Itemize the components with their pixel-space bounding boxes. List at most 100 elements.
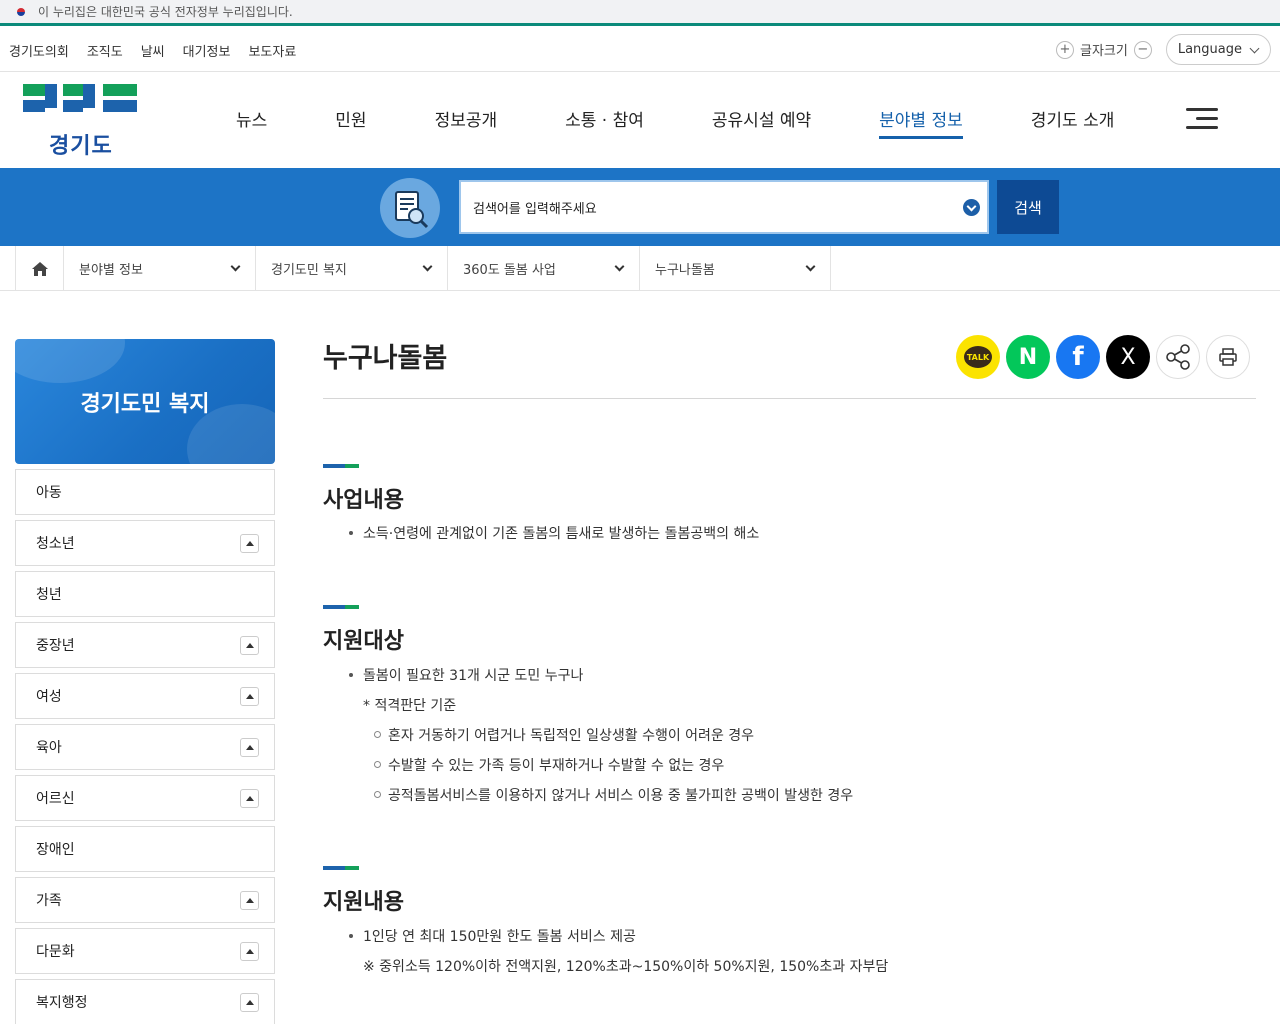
section-text: 돌봄이 필요한 31개 시군 도민 누구나	[348, 665, 583, 685]
logo-shape	[45, 84, 57, 108]
search-band: 검색어를 입력해주세요 검색	[0, 168, 1280, 246]
facebook-icon: f	[1072, 342, 1084, 372]
sidebar-item-label: 어르신	[36, 791, 75, 807]
section-eligibility: 지원대상	[323, 605, 404, 655]
logo-shape	[103, 100, 137, 112]
global-nav: 뉴스 민원 정보공개 소통 · 참여 공유시설 예약 분야별 정보 경기도 소개	[236, 106, 1182, 139]
breadcrumb-level-3[interactable]: 360도 돌봄 사업	[448, 246, 640, 291]
criteria-item: 공적돌봄서비스를 이용하지 않거나 서비스 이용 중 불가피한 공백이 발생한 …	[373, 785, 853, 805]
section-accent-bar	[323, 605, 359, 609]
breadcrumb-label: 분야별 정보	[79, 263, 143, 278]
sidebar-item-label: 청소년	[36, 536, 75, 552]
share-buttons: TALK N f X	[956, 335, 1250, 379]
expand-toggle-icon[interactable]	[240, 738, 259, 757]
util-link-council[interactable]: 경기도의회	[9, 41, 69, 60]
menu-icon[interactable]	[1186, 108, 1218, 130]
sidebar-item-women[interactable]: 여성	[15, 673, 275, 719]
breadcrumb-level-2[interactable]: 경기도민 복지	[256, 246, 448, 291]
section-accent-bar	[323, 464, 359, 468]
gov-banner-text: 이 누리집은 대한민국 공식 전자정부 누리집입니다.	[38, 5, 293, 19]
sidebar-item-disabled[interactable]: 장애인	[15, 826, 275, 872]
breadcrumb-level-1[interactable]: 분야별 정보	[64, 246, 256, 291]
sidebar-menu: 아동 청소년 청년 중장년 여성 육아 어르신 장애인 가족 다문화 복지행정	[15, 469, 275, 1024]
util-link-weather[interactable]: 날씨	[141, 41, 165, 60]
expand-toggle-icon[interactable]	[240, 789, 259, 808]
font-size-control: + 글자크기 −	[1056, 40, 1152, 59]
sidebar-item-label: 장애인	[36, 842, 75, 858]
nav-facility[interactable]: 공유시설 예약	[712, 106, 811, 137]
support-note: ※ 중위소득 120%이하 전액지원, 120%초과~150%이하 50%지원,…	[363, 959, 889, 975]
util-link-press[interactable]: 보도자료	[248, 41, 296, 60]
print-button[interactable]	[1206, 335, 1250, 379]
sidebar-item-label: 다문화	[36, 944, 75, 960]
expand-toggle-icon[interactable]	[240, 534, 259, 553]
logo-shape	[23, 100, 45, 112]
utility-bar: 경기도의회 조직도 날씨 대기정보 보도자료 + 글자크기 − Language	[0, 29, 1280, 72]
nav-participation[interactable]: 소통 · 참여	[565, 106, 644, 137]
breadcrumb-level-4[interactable]: 누구나돌봄	[640, 246, 831, 291]
nav-civil[interactable]: 민원	[335, 106, 366, 137]
sidebar-item-label: 육아	[36, 740, 62, 756]
chevron-down-icon	[422, 261, 433, 272]
section-title: 지원대상	[323, 629, 404, 654]
font-decrease-button[interactable]: −	[1133, 40, 1152, 59]
naver-share-button[interactable]: N	[1006, 335, 1050, 379]
util-link-air[interactable]: 대기정보	[183, 41, 231, 60]
section-accent-bar	[323, 866, 359, 870]
nav-news[interactable]: 뉴스	[236, 106, 267, 137]
sidebar-item-seniors[interactable]: 어르신	[15, 775, 275, 821]
section-text: 1인당 연 최대 150만원 한도 돌봄 서비스 제공	[349, 926, 636, 946]
kakaotalk-share-button[interactable]: TALK	[956, 335, 1000, 379]
breadcrumb: 분야별 정보 경기도민 복지 360도 돌봄 사업 누구나돌봄	[0, 246, 1280, 291]
search-button[interactable]: 검색	[997, 180, 1059, 234]
sidebar-title: 경기도민 복지	[15, 339, 275, 464]
expand-toggle-icon[interactable]	[240, 636, 259, 655]
sidebar-item-label: 중장년	[36, 638, 75, 654]
x-share-button[interactable]: X	[1106, 335, 1150, 379]
logo-shape	[103, 84, 137, 96]
expand-toggle-icon[interactable]	[240, 891, 259, 910]
title-divider	[323, 398, 1256, 399]
nav-about[interactable]: 경기도 소개	[1031, 106, 1115, 137]
section-title: 지원내용	[323, 890, 404, 915]
language-select[interactable]: Language	[1165, 34, 1271, 65]
section-business: 사업내용	[323, 464, 404, 514]
breadcrumb-label: 경기도민 복지	[271, 263, 347, 278]
font-increase-button[interactable]: +	[1056, 40, 1074, 59]
search-input[interactable]: 검색어를 입력해주세요	[459, 180, 989, 234]
sidebar-item-middle-age[interactable]: 중장년	[15, 622, 275, 668]
sidebar-item-multicultural[interactable]: 다문화	[15, 928, 275, 974]
breadcrumb-label: 누구나돌봄	[655, 263, 715, 278]
kakao-talk-icon: TALK	[964, 346, 992, 368]
sidebar-item-children[interactable]: 아동	[15, 469, 275, 515]
expand-toggle-icon[interactable]	[240, 993, 259, 1012]
sidebar-item-family[interactable]: 가족	[15, 877, 275, 923]
sidebar-item-young-adult[interactable]: 청년	[15, 571, 275, 617]
facebook-share-button[interactable]: f	[1056, 335, 1100, 379]
expand-toggle-icon[interactable]	[240, 942, 259, 961]
util-link-org[interactable]: 조직도	[87, 41, 123, 60]
sidebar-item-label: 여성	[36, 689, 62, 705]
chevron-down-icon	[230, 261, 241, 272]
gov-banner: 이 누리집은 대한민국 공식 전자정부 누리집입니다.	[0, 0, 1280, 26]
logo-shape	[83, 84, 95, 108]
search-option-icon[interactable]	[963, 199, 980, 216]
font-size-label: 글자크기	[1080, 44, 1128, 59]
nav-field-info[interactable]: 분야별 정보	[879, 106, 963, 139]
sidebar-item-label: 복지행정	[36, 995, 88, 1011]
nav-disclosure[interactable]: 정보공개	[435, 106, 498, 137]
sidebar-item-youth[interactable]: 청소년	[15, 520, 275, 566]
sidebar-item-welfare-admin[interactable]: 복지행정	[15, 979, 275, 1024]
home-icon[interactable]	[15, 246, 64, 291]
section-title: 사업내용	[323, 488, 404, 513]
x-icon: X	[1120, 344, 1136, 370]
chevron-down-icon	[1249, 43, 1260, 54]
sidebar-item-childcare[interactable]: 육아	[15, 724, 275, 770]
gyeonggi-logo[interactable]: 경기도	[23, 84, 137, 159]
criteria-item: 수발할 수 있는 가족 등이 부재하거나 수발할 수 없는 경우	[373, 755, 724, 775]
logo-text: 경기도	[49, 134, 113, 159]
expand-toggle-icon[interactable]	[240, 687, 259, 706]
sidebar-item-label: 가족	[36, 893, 62, 909]
page-title: 누구나돌봄	[323, 343, 448, 374]
share-link-button[interactable]	[1156, 335, 1200, 379]
